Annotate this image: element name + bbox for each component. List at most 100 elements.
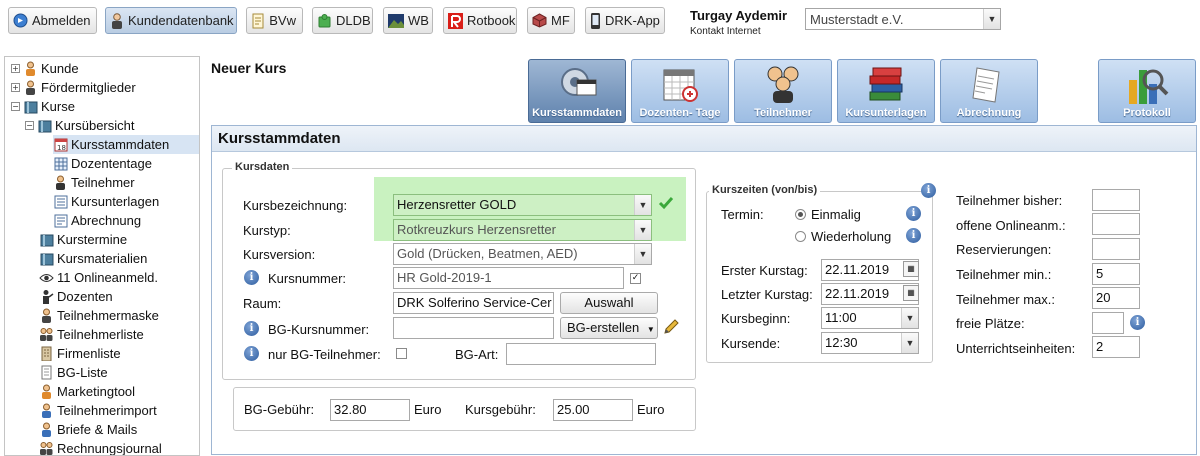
sidebar-item-label: BG-Liste: [57, 365, 108, 380]
einmalig-radio[interactable]: [795, 209, 806, 220]
teilnehmer-bisher-input: [1092, 189, 1140, 211]
info-icon[interactable]: i: [1130, 315, 1145, 330]
sidebar-item-firmenliste[interactable]: Firmenliste: [39, 344, 121, 363]
teacher-icon: [39, 289, 54, 304]
mf-button[interactable]: MF: [527, 7, 575, 34]
kursversion-value: Gold (Drücken, Beatmen, AED): [397, 246, 578, 261]
sidebar-item-label: Kursstammdaten: [71, 137, 170, 152]
tile-teilnehmer[interactable]: Teilnehmer: [734, 59, 832, 123]
sidebar-item-foerdermitglieder[interactable]: + Fördermitglieder: [11, 78, 136, 97]
sidebar-item-dozententage[interactable]: Dozententage: [53, 154, 152, 173]
tile-dozenten-tage[interactable]: Dozenten- Tage: [631, 59, 729, 123]
sidebar-item-label: Abrechnung: [71, 213, 142, 228]
rotbook-button[interactable]: Rotbook: [443, 7, 517, 34]
wb-button[interactable]: WB: [383, 7, 433, 34]
kursnummer-label: Kursnummer:: [268, 271, 347, 286]
expand-icon[interactable]: +: [11, 83, 20, 92]
tile-label: Dozenten- Tage: [639, 107, 721, 119]
book-icon: [39, 251, 54, 266]
tile-kursunterlagen[interactable]: Kursunterlagen: [837, 59, 935, 123]
tile-protokoll[interactable]: Protokoll: [1098, 59, 1196, 123]
info-icon[interactable]: i: [244, 321, 259, 336]
sidebar-item-label: Dozententage: [71, 156, 152, 171]
calendar-icon[interactable]: ▦: [903, 261, 919, 277]
sidebar-item-abrechnung[interactable]: Abrechnung: [53, 211, 141, 230]
calendar-icon[interactable]: ▦: [903, 285, 919, 301]
sidebar-item-rechnungsjournal[interactable]: Rechnungsjournal: [39, 439, 162, 455]
kursversion-select[interactable]: Gold (Drücken, Beatmen, AED) ▼: [393, 243, 652, 265]
info-icon[interactable]: i: [921, 183, 936, 198]
sidebar-item-kunde[interactable]: + Kunde: [11, 59, 79, 78]
kursgebuehr-label: Kursgebühr:: [465, 402, 536, 417]
sidebar-item-teilnehmerliste[interactable]: Teilnehmerliste: [39, 325, 144, 344]
bg-kursnummer-input[interactable]: [393, 317, 554, 339]
kursnummer-input[interactable]: HR Gold-2019-1: [393, 267, 624, 289]
info-icon[interactable]: i: [244, 346, 259, 361]
collapse-icon[interactable]: −: [25, 121, 34, 130]
sidebar-item-kursmaterialien[interactable]: Kursmaterialien: [39, 249, 147, 268]
sidebar-item-kurstermine[interactable]: Kurstermine: [39, 230, 127, 249]
tile-label: Abrechnung: [956, 107, 1022, 119]
bvw-button[interactable]: BVw: [246, 7, 303, 34]
kursbezeichnung-select[interactable]: Herzensretter GOLD ▼: [393, 194, 652, 216]
info-icon[interactable]: i: [906, 228, 921, 243]
auswahl-button[interactable]: Auswahl: [560, 292, 658, 314]
sidebar-item-dozenten[interactable]: Dozenten: [39, 287, 113, 306]
erster-kurstag-label: Erster Kurstag:: [721, 263, 808, 278]
dropdown-caret-icon: ▼: [646, 325, 655, 334]
sidebar-item-kursuebersicht[interactable]: − Kursübersicht: [25, 116, 134, 135]
info-icon[interactable]: i: [244, 270, 259, 285]
raum-input[interactable]: DRK Solferino Service-Cer: [393, 292, 554, 314]
abmelden-button[interactable]: Abmelden: [8, 7, 97, 34]
nur-bg-teilnehmer-label: nur BG-Teilnehmer:: [268, 347, 381, 362]
tile-kursstammdaten[interactable]: Kursstammdaten: [528, 59, 626, 123]
organisation-select[interactable]: Musterstadt e.V. ▼: [805, 8, 1001, 30]
chevron-down-icon: ▼: [634, 244, 651, 264]
rotbook-label: Rotbook: [467, 13, 516, 28]
mf-label: MF: [551, 13, 570, 28]
kursbeginn-select[interactable]: 11:00 ▼: [821, 307, 919, 329]
user-subtitle: Kontakt Internet: [690, 26, 761, 37]
nur-bg-teilnehmer-checkbox[interactable]: [396, 348, 407, 359]
teilnehmer-min-input[interactable]: 5: [1092, 263, 1140, 285]
bg-gebuehr-input[interactable]: 32.80: [330, 399, 410, 421]
sidebar-item-label: Kursübersicht: [55, 118, 135, 133]
pencil-icon[interactable]: [663, 319, 679, 338]
sidebar-item-kurse[interactable]: − Kurse: [11, 97, 75, 116]
kurstyp-value: Rotkreuzkurs Herzensretter: [397, 222, 556, 237]
chevron-down-icon: ▼: [634, 195, 651, 215]
tile-label: Kursunterlagen: [845, 107, 927, 119]
wiederholung-radio[interactable]: [795, 231, 806, 242]
unterrichtseinheiten-input[interactable]: 2: [1092, 336, 1140, 358]
sidebar-item-marketingtool[interactable]: Marketingtool: [39, 382, 135, 401]
sidebar-item-teilnehmermaske[interactable]: Teilnehmermaske: [39, 306, 159, 325]
sidebar-item-bg-liste[interactable]: BG-Liste: [39, 363, 108, 382]
teilnehmer-max-input[interactable]: 20: [1092, 287, 1140, 309]
sidebar-item-teilnehmer[interactable]: Teilnehmer: [53, 173, 135, 192]
tile-abrechnung[interactable]: Abrechnung: [940, 59, 1038, 123]
sidebar-item-kursunterlagen[interactable]: Kursunterlagen: [53, 192, 159, 211]
erster-kurstag-value: 22.11.2019: [825, 262, 890, 277]
collapse-icon[interactable]: −: [11, 102, 20, 111]
kursnummer-checkbox[interactable]: ✓: [630, 273, 641, 284]
bg-erstellen-button[interactable]: BG-erstellen ▼: [560, 317, 658, 339]
kundendatenbank-button[interactable]: Kundendatenbank: [105, 7, 237, 34]
sidebar-item-briefe-mails[interactable]: Briefe & Mails: [39, 420, 137, 439]
bg-gebuehr-value: 32.80: [334, 402, 367, 417]
kurstyp-select[interactable]: Rotkreuzkurs Herzensretter ▼: [393, 219, 652, 241]
sidebar-item-kursstammdaten[interactable]: 18 Kursstammdaten: [53, 135, 199, 154]
kursende-select[interactable]: 12:30 ▼: [821, 332, 919, 354]
sidebar-item-teilnehmerimport[interactable]: Teilnehmerimport: [39, 401, 157, 420]
sidebar-tree: + Kunde + Fördermitglieder − Kurse − Kur…: [4, 56, 200, 456]
teilnehmer-min-label: Teilnehmer min.:: [956, 267, 1052, 282]
info-icon[interactable]: i: [906, 206, 921, 221]
drk-app-button[interactable]: DRK-App: [585, 7, 665, 34]
dldb-button[interactable]: DLDB: [312, 7, 373, 34]
sidebar-item-onlineanmeldungen[interactable]: 11 Onlineanmeld.: [39, 268, 158, 287]
kursgebuehr-input[interactable]: 25.00: [553, 399, 633, 421]
chevron-down-icon: ▼: [634, 220, 651, 240]
freie-plaetze-label: freie Plätze:: [956, 316, 1025, 331]
bg-art-input[interactable]: [506, 343, 656, 365]
expand-icon[interactable]: +: [11, 64, 20, 73]
people-icon: [39, 327, 54, 342]
